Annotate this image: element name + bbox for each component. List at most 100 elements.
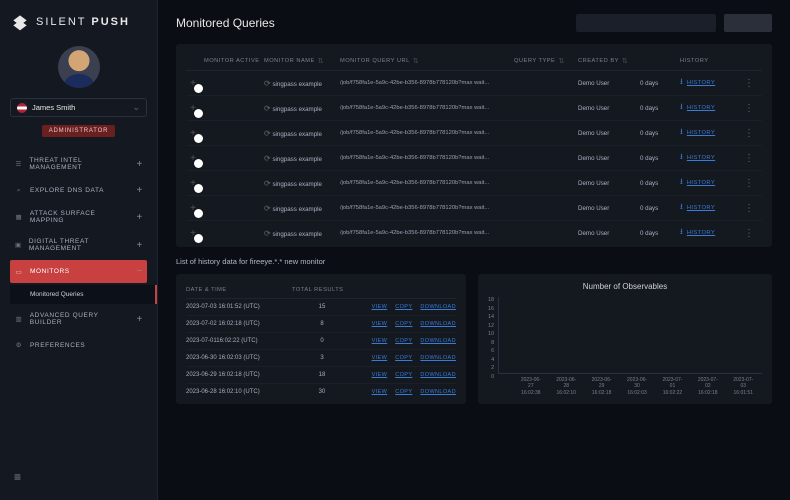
nav-explore-dns[interactable]: ⌕EXPLORE DNS DATA+ bbox=[10, 179, 147, 202]
nav-threat-intel[interactable]: ☰THREAT INTEL MANAGEMENT+ bbox=[10, 151, 147, 177]
copy-link[interactable]: COPY bbox=[395, 372, 412, 378]
history-row: 2023-07-0116:02:22 (UTC) 0 VIEW COPY DOWNL… bbox=[186, 333, 456, 350]
user-selector[interactable]: James Smith ⌄ bbox=[10, 98, 147, 117]
monitor-icon: ▭ bbox=[14, 267, 24, 277]
search-button[interactable] bbox=[724, 14, 772, 32]
plus-icon: + bbox=[137, 314, 143, 325]
list-icon: ☰ bbox=[14, 159, 23, 169]
chart-title: Number of Observables bbox=[488, 282, 762, 291]
chart-yaxis: 181614121086420 bbox=[488, 297, 494, 396]
nav-monitors[interactable]: ▭MONITORS− bbox=[10, 260, 147, 283]
monitor-name: singpass example bbox=[272, 206, 322, 213]
table-row: + ⟳ singpass example /job/f758fa1e-5a9c-… bbox=[186, 96, 762, 121]
observables-chart: Number of Observables 181614121086420 20… bbox=[478, 274, 772, 404]
history-datetime: 2023-06-30 16:02:03 (UTC) bbox=[186, 355, 286, 361]
history-table: DATE & TIME TOTAL RESULTS 2023-07-03 16:… bbox=[176, 274, 466, 404]
more-icon[interactable]: ⋮ bbox=[744, 178, 754, 189]
download-link[interactable]: DOWNLOAD bbox=[420, 338, 456, 344]
page-title: Monitored Queries bbox=[176, 16, 275, 30]
nav-attack-surface[interactable]: ▦ATTACK SURFACE MAPPING+ bbox=[10, 204, 147, 230]
col-active[interactable]: MONITOR ACTIVE bbox=[204, 58, 260, 64]
copy-link[interactable]: COPY bbox=[395, 338, 412, 344]
more-icon[interactable]: ⋮ bbox=[744, 78, 754, 89]
nav-sub-monitored-queries[interactable]: Monitored Queries bbox=[10, 285, 157, 304]
nav-digital-threat[interactable]: ▣DIGITAL THREAT MANAGEMENT+ bbox=[10, 232, 147, 258]
xaxis-label: 2023-07-0216:02:18 bbox=[695, 377, 720, 397]
view-link[interactable]: VIEW bbox=[372, 355, 388, 361]
download-icon[interactable]: ⭳ bbox=[680, 151, 683, 165]
history-total: 0 bbox=[292, 338, 352, 344]
more-icon[interactable]: ⋮ bbox=[744, 153, 754, 164]
brand-name: SILENT PUSH bbox=[36, 16, 130, 28]
xaxis-label: 2023-07-0116:02:22 bbox=[660, 377, 685, 397]
created-by: Demo User bbox=[578, 130, 636, 137]
refresh-icon[interactable]: ⟳ bbox=[264, 129, 271, 138]
created-by: Demo User bbox=[578, 180, 636, 187]
main-content: Monitored Queries MONITOR ACTIVE MONITOR… bbox=[158, 0, 790, 500]
avatar[interactable] bbox=[58, 46, 100, 88]
plus-icon: + bbox=[137, 212, 143, 223]
download-icon[interactable]: ⭳ bbox=[680, 226, 683, 240]
refresh-icon[interactable]: ⟳ bbox=[264, 229, 271, 238]
col-type[interactable]: QUERY TYPE⇅ bbox=[514, 57, 574, 65]
download-icon[interactable]: ⭳ bbox=[680, 201, 683, 215]
col-name[interactable]: MONITOR NAME⇅ bbox=[264, 57, 336, 65]
copy-link[interactable]: COPY bbox=[395, 355, 412, 361]
history-link[interactable]: HISTORY bbox=[687, 230, 715, 236]
download-link[interactable]: DOWNLOAD bbox=[420, 389, 456, 395]
refresh-icon[interactable]: ⟳ bbox=[264, 179, 271, 188]
download-link[interactable]: DOWNLOAD bbox=[420, 304, 456, 310]
download-link[interactable]: DOWNLOAD bbox=[420, 321, 456, 327]
more-icon[interactable]: ⋮ bbox=[744, 128, 754, 139]
nav-preferences[interactable]: ⚙PREFERENCES bbox=[10, 334, 147, 356]
download-icon[interactable]: ⭳ bbox=[680, 176, 683, 190]
history-link[interactable]: HISTORY bbox=[687, 205, 715, 211]
plus-icon: + bbox=[137, 159, 143, 170]
view-link[interactable]: VIEW bbox=[372, 321, 388, 327]
view-link[interactable]: VIEW bbox=[372, 304, 388, 310]
download-icon[interactable]: ⭳ bbox=[680, 101, 683, 115]
history-row: 2023-06-30 16:02:03 (UTC) 3 VIEWCOPYDOWN… bbox=[186, 350, 456, 367]
more-icon[interactable]: ⋮ bbox=[744, 103, 754, 114]
refresh-icon[interactable]: ⟳ bbox=[264, 154, 271, 163]
refresh-icon[interactable]: ⟳ bbox=[264, 79, 271, 88]
brand-icon bbox=[10, 12, 30, 32]
map-icon: ▦ bbox=[14, 212, 24, 222]
history-row: 2023-07-02 16:02:18 (UTC) 8 VIEWCOPYDOWN… bbox=[186, 316, 456, 333]
nav-advanced-query[interactable]: ▥ADVANCED QUERY BUILDER+ bbox=[10, 306, 147, 332]
download-link[interactable]: DOWNLOAD bbox=[420, 355, 456, 361]
history-datetime: 2023-07-0116:02:22 (UTC) bbox=[186, 338, 286, 344]
monitor-name: singpass example bbox=[272, 231, 322, 238]
more-icon[interactable]: ⋮ bbox=[744, 228, 754, 239]
hamburger-icon[interactable]: ≡ bbox=[10, 464, 147, 490]
more-icon[interactable]: ⋮ bbox=[744, 203, 754, 214]
copy-link[interactable]: COPY bbox=[395, 321, 412, 327]
refresh-icon[interactable]: ⟳ bbox=[264, 104, 271, 113]
monitor-url: /job/f758fa1e-5a9c-42be-b356-8978b778120… bbox=[340, 205, 510, 211]
brand-logo: SILENT PUSH bbox=[10, 12, 147, 32]
download-icon[interactable]: ⭳ bbox=[680, 76, 683, 90]
table-row: + ⟳ singpass example /job/f758fa1e-5a9c-… bbox=[186, 71, 762, 96]
history-link[interactable]: HISTORY bbox=[687, 130, 715, 136]
copy-link[interactable]: COPY bbox=[395, 389, 412, 395]
monitor-url: /job/f758fa1e-5a9c-42be-b356-8978b778120… bbox=[340, 230, 510, 236]
col-by[interactable]: CREATED BY⇅ bbox=[578, 57, 636, 65]
copy-link[interactable]: COPY bbox=[395, 304, 412, 310]
flag-icon bbox=[17, 103, 27, 113]
history-link[interactable]: HISTORY bbox=[687, 155, 715, 161]
view-link[interactable]: VIEW bbox=[372, 372, 388, 378]
history-link[interactable]: HISTORY bbox=[687, 105, 715, 111]
download-icon[interactable]: ⭳ bbox=[680, 126, 683, 140]
refresh-icon[interactable]: ⟳ bbox=[264, 204, 271, 213]
search-input[interactable] bbox=[576, 14, 716, 32]
monitor-url: /job/f758fa1e-5a9c-42be-b356-8978b778120… bbox=[340, 80, 510, 86]
builder-icon: ▥ bbox=[14, 314, 24, 324]
view-link[interactable]: VIEW bbox=[372, 389, 388, 395]
age: 0 days bbox=[640, 230, 676, 237]
table-header: MONITOR ACTIVE MONITOR NAME⇅ MONITOR QUE… bbox=[186, 52, 762, 71]
view-link[interactable]: VIEW bbox=[372, 338, 388, 344]
history-link[interactable]: HISTORY bbox=[687, 80, 715, 86]
col-url[interactable]: MONITOR QUERY URL⇅ bbox=[340, 57, 510, 65]
download-link[interactable]: DOWNLOAD bbox=[420, 372, 456, 378]
history-link[interactable]: HISTORY bbox=[687, 180, 715, 186]
